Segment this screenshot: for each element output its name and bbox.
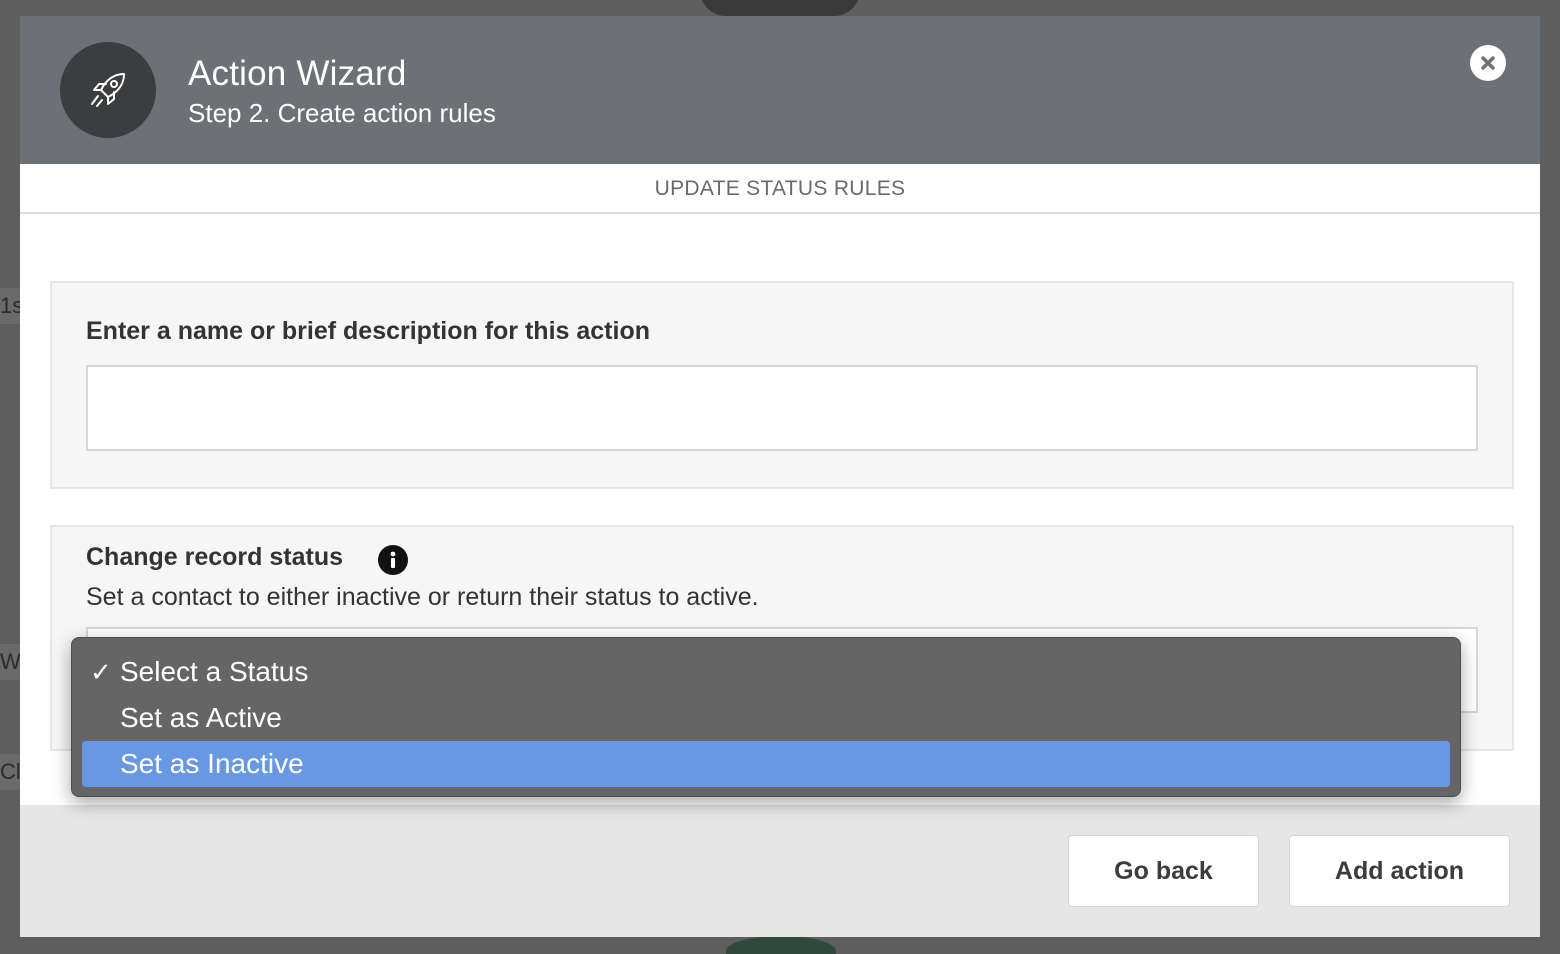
checkmark-icon: ✓ <box>90 657 112 687</box>
background-edge-text: 1st <box>0 288 20 324</box>
status-option-label: Set as Active <box>120 702 282 733</box>
action-wizard-modal: Action Wizard Step 2. Create action rule… <box>20 16 1540 937</box>
section-title: UPDATE STATUS RULES <box>20 164 1540 214</box>
background-edge-text: Cl <box>0 754 20 790</box>
status-option-active[interactable]: Set as Active <box>82 695 1450 741</box>
background-edge-text: W <box>0 644 20 680</box>
status-dropdown-menu: ✓ Select a Status Set as Active Set as I… <box>71 637 1461 797</box>
record-status-help-text: Set a contact to either inactive or retu… <box>86 583 759 611</box>
add-action-button[interactable]: Add action <box>1289 835 1510 907</box>
status-option-inactive[interactable]: Set as Inactive <box>82 741 1450 787</box>
action-name-label: Enter a name or brief description for th… <box>86 317 650 345</box>
modal-header: Action Wizard Step 2. Create action rule… <box>20 16 1540 164</box>
wizard-step-subtitle: Step 2. Create action rules <box>188 98 496 128</box>
record-status-label: Change record status <box>86 543 344 571</box>
status-option-label: Set as Inactive <box>120 748 304 779</box>
rocket-icon <box>60 42 156 138</box>
modal-footer: Go back Add action <box>20 805 1540 937</box>
close-icon <box>1481 56 1495 70</box>
wizard-title: Action Wizard <box>188 54 407 93</box>
action-name-panel: Enter a name or brief description for th… <box>50 281 1514 489</box>
close-button[interactable] <box>1470 45 1506 81</box>
info-icon[interactable] <box>378 545 408 575</box>
background-top-tab <box>700 0 860 16</box>
status-option-label: Select a Status <box>120 656 309 687</box>
action-name-input[interactable] <box>86 365 1478 451</box>
status-option-select[interactable]: ✓ Select a Status <box>82 649 1450 695</box>
go-back-button[interactable]: Go back <box>1068 835 1259 907</box>
background-node <box>726 936 836 954</box>
